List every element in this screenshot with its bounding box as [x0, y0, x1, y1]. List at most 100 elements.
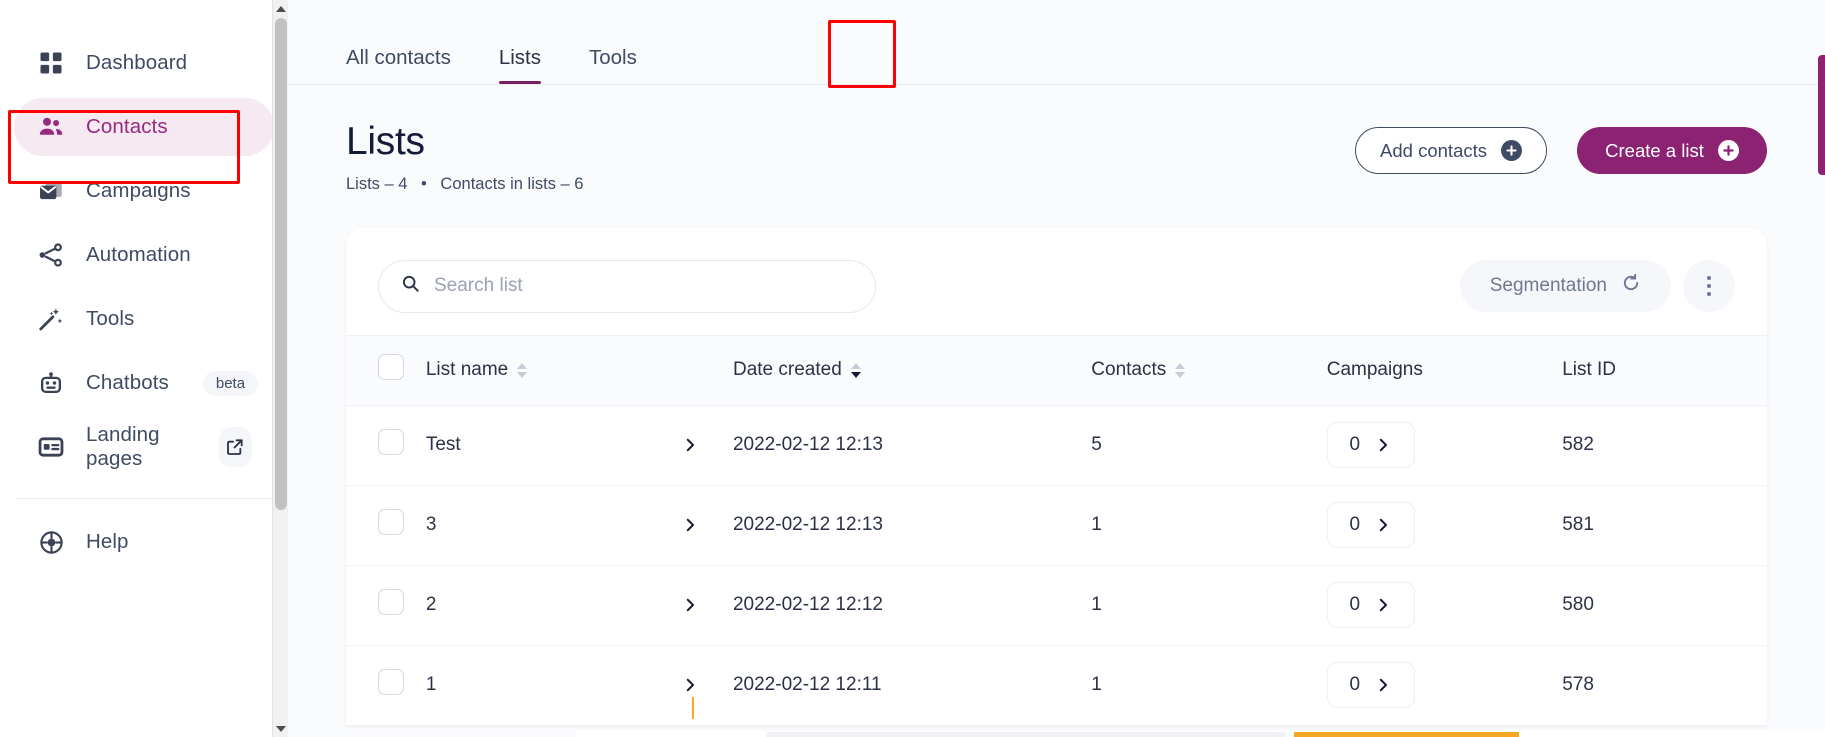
- campaigns-count: 0: [1349, 514, 1361, 536]
- table-row[interactable]: Test 2022-02-12 12:13 5 0 582: [346, 405, 1767, 486]
- cell-list-name: 2: [425, 565, 733, 646]
- sort-arrows-icon[interactable]: [1175, 362, 1186, 378]
- cell-contacts-count: 1: [1091, 565, 1327, 646]
- select-all-header: [346, 334, 426, 406]
- chevron-right-icon: [1374, 676, 1392, 694]
- toolbar-right: Segmentation: [1459, 260, 1735, 313]
- campaigns-count: 0: [1349, 594, 1361, 616]
- page-header: Lists Lists – 4 • Contacts in lists – 6 …: [288, 85, 1825, 194]
- tab-lists[interactable]: Lists: [498, 47, 542, 85]
- row-select-cell: [346, 565, 426, 646]
- row-checkbox[interactable]: [378, 509, 404, 536]
- chevron-right-icon[interactable]: [681, 596, 699, 614]
- sort-arrows-icon[interactable]: [850, 362, 861, 378]
- search-input[interactable]: [434, 275, 853, 298]
- page-subtitle-contacts-count: Contacts in lists – 6: [440, 174, 584, 193]
- sidebar-item-label: Contacts: [86, 115, 168, 139]
- robot-icon: [36, 368, 66, 398]
- table-row[interactable]: 2 2022-02-12 12:12 1 0 580: [346, 565, 1767, 646]
- list-name-value: 3: [425, 514, 437, 536]
- page-subtitle-separator: •: [421, 174, 427, 193]
- chevron-right-icon: [1374, 516, 1392, 534]
- sidebar-item-dashboard[interactable]: Dashboard: [14, 34, 274, 92]
- cell-campaigns: 0: [1326, 485, 1563, 566]
- create-a-list-button[interactable]: Create a list: [1577, 127, 1767, 174]
- cell-campaigns: 0: [1326, 405, 1563, 486]
- page-subtitle: Lists – 4 • Contacts in lists – 6: [346, 175, 583, 194]
- more-options-button[interactable]: [1683, 260, 1735, 313]
- kebab-dot: [1707, 292, 1711, 297]
- column-header-label: Date created: [732, 359, 842, 381]
- row-checkbox[interactable]: [378, 589, 404, 616]
- sidebar-item-label: Automation: [86, 243, 191, 267]
- sidebar-item-chatbots[interactable]: Chatbots beta: [14, 354, 274, 412]
- chevron-right-icon: [1374, 436, 1392, 454]
- envelope-icon: [36, 176, 66, 206]
- landing-page-icon: [36, 432, 66, 462]
- column-header-label: List ID: [1562, 359, 1617, 381]
- sidebar-item-contacts[interactable]: Contacts: [14, 98, 274, 156]
- cell-list-name: 1: [425, 645, 733, 726]
- page-title: Lists: [346, 120, 425, 163]
- sidebar-item-label-help: Help: [86, 530, 129, 554]
- bottom-strip: [576, 731, 1825, 737]
- tab-all-contacts[interactable]: All contacts: [346, 47, 451, 85]
- cell-date-created: 2022-02-12 12:13: [732, 405, 1092, 486]
- sidebar-item-tools[interactable]: Tools: [14, 290, 274, 348]
- contacts-icon: [36, 112, 66, 142]
- add-contacts-label: Add contacts: [1380, 139, 1487, 161]
- cell-contacts-count: 5: [1091, 405, 1327, 486]
- scrollbar-up-arrow[interactable]: [273, 0, 289, 17]
- column-header-campaigns: Campaigns: [1326, 334, 1563, 406]
- sidebar-item-automation[interactable]: Automation: [14, 226, 274, 284]
- sidebar-item-label: Dashboard: [86, 51, 188, 75]
- table-row[interactable]: 3 2022-02-12 12:13 1 0 581: [346, 485, 1767, 566]
- chevron-right-icon[interactable]: [681, 516, 699, 534]
- chevron-right-icon[interactable]: [681, 436, 699, 454]
- chevron-right-icon: [1374, 596, 1392, 614]
- row-select-cell: [346, 645, 426, 726]
- search-list-box[interactable]: [378, 259, 876, 313]
- row-checkbox[interactable]: [378, 429, 404, 456]
- campaigns-pill[interactable]: 0: [1326, 662, 1415, 709]
- campaigns-pill[interactable]: 0: [1326, 422, 1415, 469]
- scrollbar-thumb[interactable]: [275, 18, 287, 510]
- sidebar-scrollbar[interactable]: [272, 0, 289, 737]
- cell-list-name: 3: [425, 485, 733, 566]
- select-all-checkbox[interactable]: [378, 354, 404, 381]
- sidebar-nav: Dashboard Contacts Campaigns Automation Tool…: [0, 34, 288, 476]
- row-select-cell: [346, 405, 426, 486]
- scrollbar-down-arrow[interactable]: [273, 720, 289, 737]
- campaigns-pill[interactable]: 0: [1326, 582, 1415, 629]
- column-header-contacts[interactable]: Contacts: [1091, 334, 1327, 406]
- sidebar-nav-bottom: Help: [0, 499, 288, 571]
- sidebar-item-campaigns[interactable]: Campaigns: [14, 162, 274, 220]
- row-checkbox[interactable]: [378, 669, 404, 696]
- sort-arrows-icon[interactable]: [517, 362, 528, 378]
- column-header-date[interactable]: Date created: [732, 334, 1092, 406]
- table-header-row: List name Date created Contacts Campaigns Li…: [346, 334, 1767, 406]
- tab-tools[interactable]: Tools: [589, 47, 637, 85]
- row-select-cell: [346, 485, 426, 566]
- bottom-strip-highlight: [1294, 732, 1519, 737]
- add-contacts-button[interactable]: Add contacts: [1355, 127, 1547, 174]
- chevron-right-icon[interactable]: [681, 676, 699, 694]
- refresh-icon: [1621, 273, 1641, 299]
- sidebar-item-landing-pages[interactable]: Landing pages: [14, 418, 274, 476]
- app-root: Dashboard Contacts Campaigns Automation Tool…: [0, 0, 1825, 737]
- sidebar: Dashboard Contacts Campaigns Automation Tool…: [0, 0, 289, 737]
- external-link-icon[interactable]: [218, 427, 252, 467]
- plus-circle-icon: [1717, 140, 1739, 161]
- automation-icon: [36, 240, 66, 270]
- sidebar-item-label: Chatbots: [86, 371, 169, 395]
- column-header-name[interactable]: List name: [425, 334, 733, 406]
- list-name-value: 2: [425, 594, 437, 616]
- campaigns-pill[interactable]: 0: [1326, 502, 1415, 549]
- create-a-list-label: Create a list: [1605, 139, 1704, 161]
- segmentation-button[interactable]: Segmentation: [1459, 260, 1671, 313]
- table-row[interactable]: 1 2022-02-12 12:11 1 0 578: [346, 645, 1767, 726]
- sidebar-item-help[interactable]: Help: [14, 513, 274, 571]
- cell-list-id: 582: [1562, 405, 1767, 486]
- main-content: All contacts Lists Tools Lists Lists – 4 •…: [288, 0, 1825, 737]
- sidebar-item-label: Tools: [86, 307, 135, 331]
